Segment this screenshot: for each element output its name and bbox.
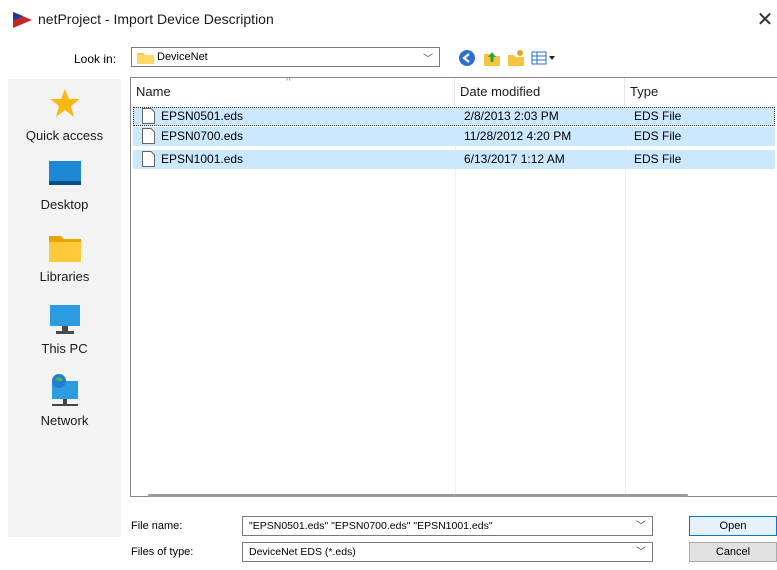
- place-label: Desktop: [40, 197, 89, 212]
- network-icon: [52, 374, 78, 406]
- column-header-date-modified[interactable]: Date modified: [455, 78, 625, 105]
- cancel-button[interactable]: Cancel: [689, 542, 777, 562]
- file-row[interactable]: EPSN0700.eds 11/28/2012 4:20 PM EDS File: [133, 127, 775, 146]
- file-date: 2/8/2013 2:03 PM: [464, 109, 559, 123]
- file-name: EPSN0501.eds: [161, 109, 244, 123]
- title-bar: netProject - Import Device Description ✕: [0, 0, 777, 40]
- chevron-down-icon: ﹀: [636, 521, 646, 532]
- file-icon: [142, 151, 155, 167]
- file-type: EDS File: [634, 152, 682, 166]
- horizontal-scrollbar[interactable]: [148, 494, 688, 497]
- file-row[interactable]: EPSN0501.eds 2/8/2013 2:03 PM EDS File: [133, 107, 775, 126]
- column-header-name[interactable]: Name ^: [131, 78, 455, 105]
- files-of-type-label: Files of type:: [131, 546, 194, 558]
- folder-icon: [137, 53, 154, 64]
- view-menu-icon[interactable]: [531, 49, 557, 67]
- back-icon[interactable]: [458, 49, 476, 67]
- sort-ascending-icon: ^: [286, 77, 291, 87]
- file-type: EDS File: [634, 109, 682, 123]
- desktop-icon: [49, 161, 81, 185]
- file-date: 6/13/2017 1:12 AM: [464, 152, 565, 166]
- files-of-type-dropdown[interactable]: DeviceNet EDS (*.eds) ﹀: [242, 542, 653, 562]
- place-label: Libraries: [39, 269, 90, 284]
- libraries-folder-icon: [49, 236, 81, 262]
- place-libraries[interactable]: Libraries: [8, 227, 121, 299]
- up-folder-icon[interactable]: [483, 49, 501, 67]
- look-in-dropdown[interactable]: DeviceNet ﹀: [131, 47, 440, 67]
- file-icon: [142, 128, 155, 144]
- places-bar: Quick access Desktop Libraries This PC N…: [8, 79, 121, 537]
- place-network[interactable]: Network: [8, 371, 121, 443]
- open-button[interactable]: Open: [689, 516, 777, 536]
- column-header-type[interactable]: Type: [625, 78, 777, 105]
- place-desktop[interactable]: Desktop: [8, 155, 121, 227]
- computer-icon: [50, 305, 80, 334]
- file-type: EDS File: [634, 129, 682, 143]
- file-name-input[interactable]: "EPSN0501.eds" "EPSN0700.eds" "EPSN1001.…: [242, 516, 653, 536]
- file-name-label: File name:: [131, 520, 183, 532]
- chevron-down-icon: ﹀: [423, 54, 433, 65]
- file-name: EPSN1001.eds: [161, 152, 244, 166]
- look-in-label: Look in:: [74, 52, 117, 66]
- place-label: Quick access: [25, 128, 104, 143]
- place-label: This PC: [41, 341, 88, 356]
- place-this-pc[interactable]: This PC: [8, 299, 121, 371]
- file-name: EPSN0700.eds: [161, 129, 244, 143]
- chevron-down-icon: ﹀: [636, 547, 646, 558]
- file-date: 11/28/2012 4:20 PM: [464, 129, 572, 143]
- file-row[interactable]: EPSN1001.eds 6/13/2017 1:12 AM EDS File: [133, 150, 775, 169]
- file-list[interactable]: Name ^ Date modified Type EPSN0501.eds 2…: [130, 77, 777, 497]
- look-in-value: DeviceNet: [157, 51, 208, 63]
- close-button[interactable]: ✕: [753, 6, 777, 34]
- window-title: netProject - Import Device Description: [38, 11, 274, 27]
- new-folder-icon[interactable]: [507, 49, 525, 67]
- place-label: Network: [40, 413, 89, 428]
- place-quick-access[interactable]: Quick access: [8, 83, 121, 155]
- close-icon: ✕: [756, 9, 774, 31]
- netproject-app-icon: [13, 12, 32, 28]
- file-icon: [142, 108, 155, 124]
- star-icon: [50, 89, 80, 117]
